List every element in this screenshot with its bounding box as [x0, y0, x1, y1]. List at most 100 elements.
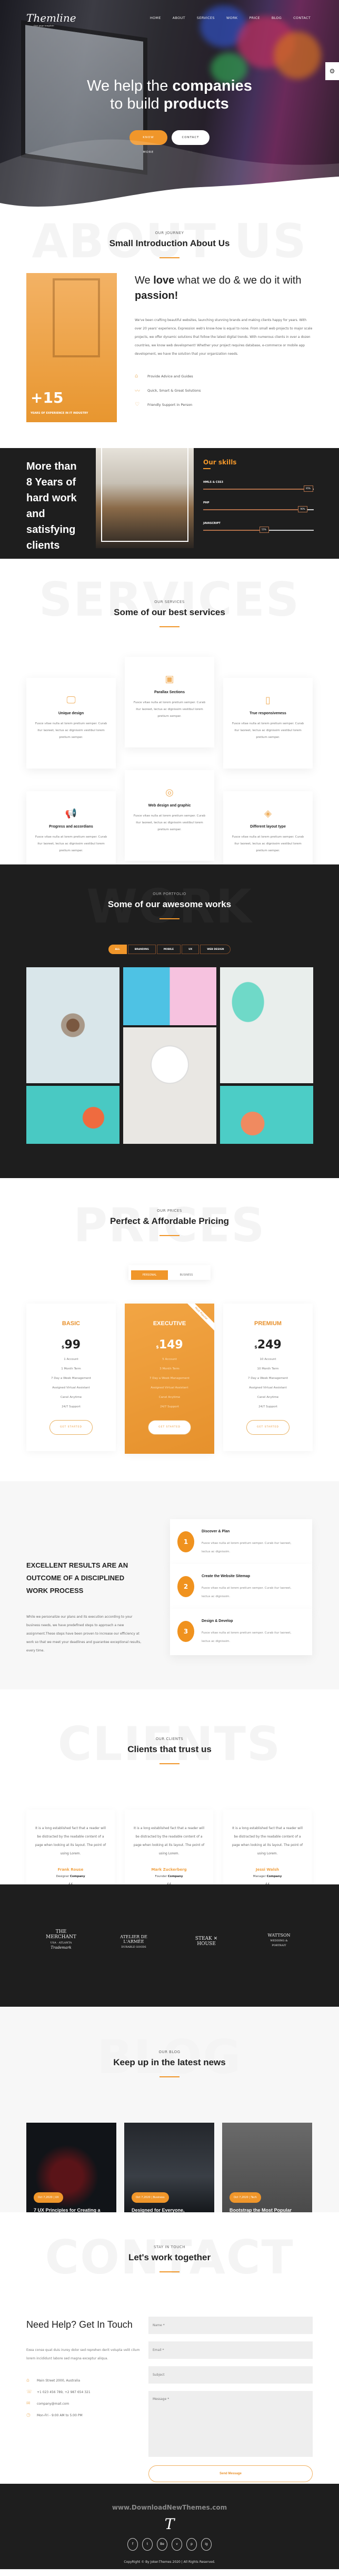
contact-text: Exea conse quat duis irurey dolor sed re…	[26, 2348, 140, 2360]
plan-price: $249	[254, 1338, 282, 1352]
skills-title: Our skills	[203, 459, 237, 466]
nav-blog[interactable]: BLOG	[272, 16, 282, 20]
portfolio-filters: ALL BRANDING MOBILE UX WEB DESIGN	[0, 945, 339, 954]
brand-logo-merchant: THE MERCHANT USA · ATLANTA Trademark	[46, 1929, 76, 1950]
clients-section: CLIENTS OUR CLIENTS Clients that trust u…	[0, 1689, 339, 1884]
contact-section: CONTACT STAY IN TOUCH Let's work togethe…	[0, 2212, 339, 2484]
service-title: Parallax Sections	[154, 691, 185, 694]
chart-line-icon: 〰	[135, 388, 140, 394]
behance-icon[interactable]: Be	[157, 2538, 167, 2551]
blog-post-card[interactable]: Oct 7,2020 | UX 7 UX Principles for Creat…	[26, 2123, 116, 2212]
about-paragraph: We've been crafting beautiful websites, …	[135, 318, 313, 356]
testimonial-text: It is a long established fact that a rea…	[133, 1826, 205, 1855]
process-text: While we personalize our plans and its e…	[26, 1615, 142, 1652]
contact-phone: ☏ +1 023 456 789, +2 987 654 321	[26, 2389, 91, 2395]
portfolio-item-headphones[interactable]	[220, 967, 313, 1083]
plan-feature: 1 Month Term	[61, 1367, 81, 1370]
pinterest-icon[interactable]: p	[186, 2538, 197, 2551]
section-subtitle: OUR CLIENTS	[155, 1737, 184, 1741]
message-field[interactable]	[148, 2391, 313, 2457]
target-icon: ◎	[165, 787, 174, 798]
most-popular-ribbon: Most Popular	[182, 1304, 214, 1333]
work-section: WORK OUR PORTFOLIO Some of our awesome w…	[0, 864, 339, 1178]
filter-branding[interactable]: BRANDING	[127, 945, 156, 954]
about-section: ABOUT US OUR JOURNEY Small Introduction …	[0, 211, 339, 443]
nav-price[interactable]: PRICE	[249, 16, 260, 20]
instagram-icon[interactable]: ig	[201, 2538, 212, 2551]
portfolio-grid	[26, 967, 313, 1144]
filter-mobile[interactable]: MOBILE	[156, 945, 181, 954]
nav-home[interactable]: HOME	[150, 16, 161, 20]
portfolio-item-accessories[interactable]	[220, 1086, 313, 1144]
portfolio-item-notebook[interactable]	[26, 1086, 119, 1144]
section-subtitle: OUR PORTFOLIO	[153, 892, 186, 896]
step-number: 2	[177, 1576, 194, 1597]
get-started-button[interactable]: GET STARTED	[148, 1420, 191, 1435]
testimonial-text: It is a long established fact that a rea…	[35, 1826, 106, 1855]
hero-headline: We help the companies to build products	[87, 77, 252, 112]
divider	[159, 2271, 180, 2272]
pricing-card: BASIC $99 1 Account 1 Month Term 7 Day a Wee…	[26, 1304, 116, 1451]
twitter-icon[interactable]: t	[142, 2538, 153, 2551]
service-card: ◈ Different layout type Fusce vitae nulla …	[223, 791, 313, 864]
logo[interactable]: Themline One page template	[26, 12, 76, 27]
get-started-button[interactable]: GET STARTED	[246, 1420, 290, 1435]
subject-field[interactable]	[148, 2366, 313, 2384]
nav-work[interactable]: WORK	[226, 16, 238, 20]
image-icon: ▣	[165, 674, 174, 685]
nav-services[interactable]: SERVICES	[197, 16, 215, 20]
portfolio-item-clock[interactable]	[123, 1027, 216, 1144]
briefcase-icon: ⌂	[135, 373, 138, 379]
post-title[interactable]: Bootstrap the Most Popular Framework	[230, 2206, 308, 2212]
facebook-icon[interactable]: f	[127, 2538, 138, 2551]
skill-name: HMLS & CSS3	[203, 481, 224, 484]
phone-icon: ☏	[26, 2389, 33, 2395]
divider	[159, 918, 180, 919]
get-started-button[interactable]: GET STARTED	[49, 1420, 93, 1435]
post-title[interactable]: Designed for Everyone, Everywhere	[132, 2206, 211, 2212]
service-card: ◎ Web design and graphic Fusce vitae nulla…	[125, 770, 214, 861]
monitor-icon: 🖵	[66, 695, 76, 706]
logo-text: Themline	[26, 12, 76, 24]
filter-web-design[interactable]: WEB DESIGN	[200, 945, 231, 954]
process-step: 1 Discover & Plan Fusce vitae nulla at lor…	[170, 1519, 312, 1566]
step-text: Fusce vitae nulla at lorem pretium sempe…	[202, 1587, 292, 1598]
section-subtitle: OUR PRICES	[157, 1209, 182, 1213]
blog-post-card[interactable]: Oct 7,2020 | Business Designed for Everyo…	[124, 2123, 214, 2212]
portfolio-item-coffee[interactable]	[26, 967, 119, 1083]
skill-percent: 95%	[303, 485, 313, 492]
toggle-business[interactable]: BUSINESS	[168, 1270, 205, 1280]
service-text: Fusce vitae nulla at lorem pretium sempe…	[133, 814, 206, 831]
nav-about[interactable]: ABOUT	[173, 16, 185, 20]
filter-all[interactable]: ALL	[108, 945, 127, 954]
pricing-section: PRICES OUR PRICES Perfect & Affordable P…	[0, 1178, 339, 1473]
plan-feature: 24/7 Support	[160, 1405, 179, 1408]
toggle-personal[interactable]: PERSONAL	[131, 1270, 168, 1280]
section-subtitle: OUR JOURNEY	[155, 231, 184, 235]
footer: www.DownloadNewThemes.com T f t Be v p ig Cop…	[0, 2484, 339, 2569]
nav-contact[interactable]: CONTACT	[293, 16, 311, 20]
post-title[interactable]: 7 UX Principles for Creating a Great Web…	[34, 2206, 113, 2212]
service-card: 🖵 Unique design Fusce vitae nulla at lorem…	[26, 678, 116, 769]
blog-post-card[interactable]: Oct 7,2020 | Tech Bootstrap the Most Popu…	[222, 2123, 312, 2212]
step-title: Discover & Plan	[202, 1530, 230, 1533]
nav-menu: HOME ABOUT SERVICES WORK PRICE BLOG CONT…	[150, 16, 311, 20]
filter-ux[interactable]: UX	[182, 945, 200, 954]
plan-feature: 24/7 Support	[258, 1405, 277, 1408]
feature-item: 〰 Quick, Smart & Great Solutions	[135, 386, 314, 395]
name-field[interactable]	[148, 2317, 313, 2334]
client-name: Frank Rouse	[57, 1868, 84, 1872]
vimeo-icon[interactable]: v	[172, 2538, 182, 2551]
step-title: Design & Develop	[202, 1619, 233, 1623]
email-field[interactable]	[148, 2341, 313, 2359]
send-message-button[interactable]: Send Message	[148, 2465, 313, 2482]
logo-tagline: One page template	[34, 24, 54, 27]
testimonial-card: It is a long established fact that a rea…	[223, 1810, 312, 1884]
skill-item: HMLS & CSS3 95%	[203, 481, 314, 492]
contact-heading: Need Help? Get In Touch	[26, 2319, 133, 2330]
section-title: Perfect & Affordable Pricing	[109, 1216, 230, 1226]
skill-name: JAVASCRIPT	[203, 522, 221, 525]
portfolio-item-desk[interactable]	[123, 967, 216, 1025]
plan-price: $149	[156, 1338, 183, 1352]
section-title: Keep up in the latest news	[113, 2057, 226, 2067]
